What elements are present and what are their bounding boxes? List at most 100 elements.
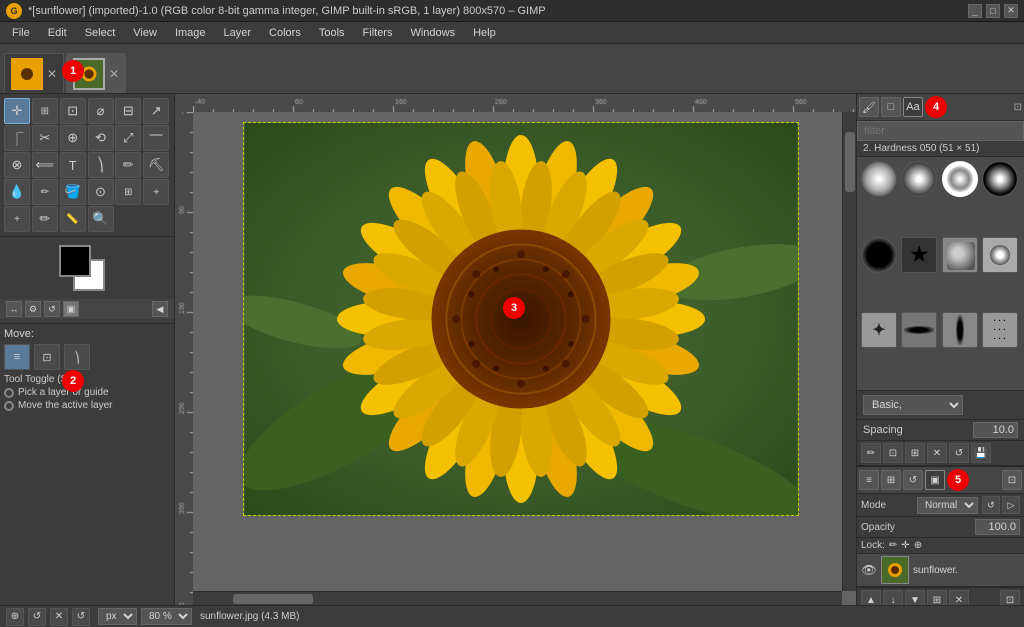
tool-clone[interactable]: ⌖ (143, 179, 169, 205)
brushes-pattern-tab[interactable]: □ (881, 97, 901, 117)
status-icon-info[interactable]: ✕ (50, 608, 68, 626)
menu-image[interactable]: Image (167, 25, 214, 41)
brush-cell-1[interactable] (861, 161, 897, 197)
layers-tool-merge[interactable]: ⊡ (1000, 590, 1020, 605)
tool-align[interactable]: ⊞ (32, 98, 58, 124)
tool-text[interactable]: T (60, 152, 86, 178)
mode-select[interactable]: Normal (917, 497, 978, 514)
horizontal-scrollbar[interactable] (193, 591, 842, 605)
zoom-select[interactable]: 80 % (141, 608, 192, 625)
move-option-selection[interactable]: ⊡ (34, 344, 60, 370)
panel-icon-history[interactable]: ↺ (44, 301, 60, 317)
menu-help[interactable]: Help (465, 25, 504, 41)
close-button[interactable]: ✕ (1004, 4, 1018, 18)
menu-layer[interactable]: Layer (216, 25, 260, 41)
radio-move-active[interactable]: Move the active layer (4, 400, 170, 411)
brush-cell-10[interactable] (901, 312, 937, 348)
brush-cell-4[interactable] (982, 161, 1018, 197)
move-option-path[interactable]: ⎞ (64, 344, 90, 370)
maximize-button[interactable]: □ (986, 4, 1000, 18)
tool-eraser[interactable]: ⊞ (115, 179, 141, 205)
tab-close-1[interactable]: ✕ (47, 67, 57, 81)
unit-select[interactable]: px (98, 608, 137, 625)
brush-tool-icon-delete[interactable]: ✕ (927, 443, 947, 463)
status-icon-undo[interactable]: ↺ (72, 608, 90, 626)
tool-move[interactable]: ✛ (4, 98, 30, 124)
layers-tool-eye[interactable]: ▲ (861, 590, 881, 605)
tool-zoom[interactable]: 🔍 (88, 206, 114, 232)
layers-tool-new[interactable]: ▼ (905, 590, 925, 605)
brush-cell-8[interactable] (982, 237, 1018, 273)
foreground-color-swatch[interactable] (59, 245, 91, 277)
image-tab-2[interactable]: ✕ (66, 53, 126, 93)
brush-cell-12[interactable]: · · ·· · ·· · · (982, 312, 1018, 348)
tool-fuzzy-select[interactable]: ↗ (143, 98, 169, 124)
tool-bucket-fill[interactable]: 🪣 (60, 179, 86, 205)
mode-icon-2[interactable]: ▷ (1002, 496, 1020, 514)
panel-close-btn[interactable]: ⊡ (1014, 102, 1022, 113)
layers-tool-anchor[interactable]: ↓ (883, 590, 903, 605)
brush-tool-icon-duplicate[interactable]: ⊞ (905, 443, 925, 463)
opacity-input[interactable] (975, 519, 1020, 535)
lock-icon-position[interactable]: ✛ (901, 540, 909, 551)
tab-close-2[interactable]: ✕ (109, 67, 119, 81)
tool-measure[interactable]: 📏 (60, 206, 86, 232)
tool-color-picker[interactable]: ✏ (32, 206, 58, 232)
brush-tool-icon-refresh[interactable]: ↺ (949, 443, 969, 463)
brush-preset-select[interactable]: Basic, (863, 395, 963, 415)
menu-colors[interactable]: Colors (261, 25, 309, 41)
tool-ink[interactable]: ✏ (32, 179, 58, 205)
radio-pick-layer[interactable]: Pick a layer or guide (4, 387, 170, 398)
panel-icon-snap[interactable]: ▣ (63, 301, 79, 317)
tool-select-by-color[interactable]: ⎾ (4, 125, 30, 151)
status-icon-zoom-1x[interactable]: ↺ (28, 608, 46, 626)
layers-tool-delete[interactable]: ✕ (949, 590, 969, 605)
layers-tab-undo[interactable]: ↺ (903, 470, 923, 490)
menu-view[interactable]: View (125, 25, 165, 41)
tool-ellipse-select[interactable]: ⌀ (88, 98, 114, 124)
minimize-button[interactable]: _ (968, 4, 982, 18)
brush-filter-input[interactable] (857, 121, 1024, 141)
menu-select[interactable]: Select (77, 25, 124, 41)
tool-rect-select[interactable]: ⊡ (60, 98, 86, 124)
brush-tool-icon-save[interactable]: 💾 (971, 443, 991, 463)
mode-icon-1[interactable]: ↺ (982, 496, 1000, 514)
move-option-layer[interactable]: ≡ (4, 344, 30, 370)
layers-tab-layers[interactable]: ▣ (925, 470, 945, 490)
layers-panel-close[interactable]: ⊡ (1002, 470, 1022, 490)
brush-cell-2[interactable] (901, 161, 937, 197)
tool-free-select[interactable]: ⊟ (115, 98, 141, 124)
tool-flip[interactable]: ⟸ (32, 152, 58, 178)
tool-heal[interactable]: + (4, 206, 30, 232)
brush-tool-icon-copy[interactable]: ⊡ (883, 443, 903, 463)
panel-icon-move[interactable]: ↔ (6, 301, 22, 317)
tool-paintbrush[interactable]: ✏ (115, 152, 141, 178)
tool-perspective[interactable]: ⊗ (4, 152, 30, 178)
panel-collapse[interactable]: ◀ (152, 301, 168, 317)
layers-tool-duplicate[interactable]: ⊞ (927, 590, 947, 605)
status-icon-zoom-fit[interactable]: ⊕ (6, 608, 24, 626)
scrollbar-v-thumb[interactable] (845, 132, 855, 192)
brush-cell-11[interactable] (942, 312, 978, 348)
tool-shear[interactable]: ⎻ (143, 125, 169, 151)
menu-filters[interactable]: Filters (355, 25, 401, 41)
brush-cell-7[interactable] (942, 237, 978, 273)
tool-path[interactable]: ⎞ (88, 152, 114, 178)
scrollbar-h-thumb[interactable] (233, 594, 313, 604)
tool-scissors[interactable]: ✂ (32, 125, 58, 151)
canvas-area[interactable]: 3 (193, 112, 842, 591)
brush-cell-6[interactable]: ★ (901, 237, 937, 273)
lock-icon-pixels[interactable]: ✏ (889, 540, 897, 551)
layer-item-sunflower[interactable]: 👁 sunflower. (857, 554, 1024, 587)
tool-airbrush[interactable]: 💧 (4, 179, 30, 205)
image-tab-1[interactable]: ✕ (4, 53, 64, 93)
brush-tool-icon-edit[interactable]: ✏ (861, 443, 881, 463)
tool-rotate[interactable]: ⟲ (88, 125, 114, 151)
vertical-scrollbar[interactable] (842, 112, 856, 591)
layer-visibility-eye[interactable]: 👁 (861, 562, 877, 578)
tool-scale[interactable]: ⤢ (115, 125, 141, 151)
menu-file[interactable]: File (4, 25, 38, 41)
brushes-tool-tab[interactable]: 🖌 (859, 97, 879, 117)
menu-tools[interactable]: Tools (311, 25, 353, 41)
menu-edit[interactable]: Edit (40, 25, 75, 41)
